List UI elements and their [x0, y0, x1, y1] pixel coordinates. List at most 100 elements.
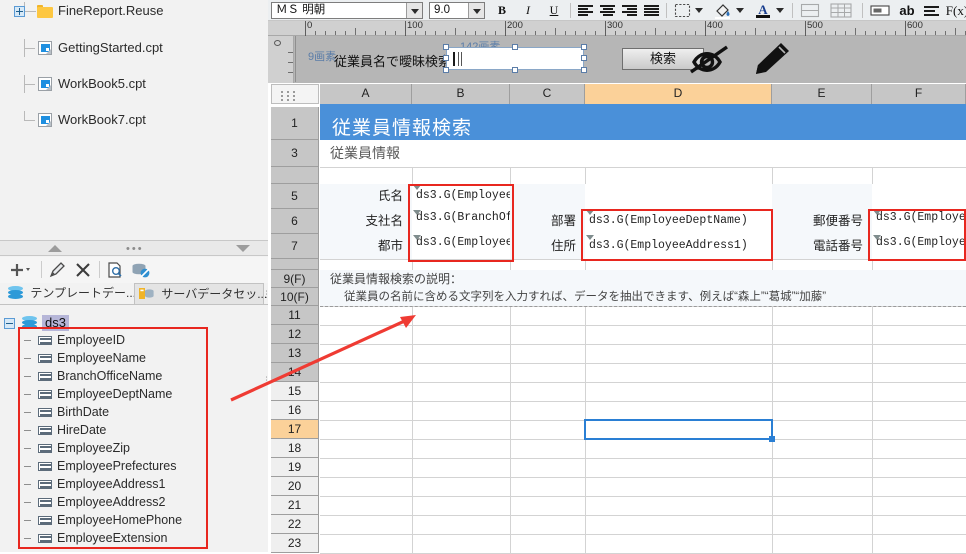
chevron-down-icon[interactable]: [695, 8, 703, 13]
panel-resize-grip[interactable]: ⋮: [262, 376, 271, 385]
row-header-13[interactable]: 13: [271, 344, 319, 363]
add-dataset-button[interactable]: [8, 260, 34, 280]
cell-b7-prefectures[interactable]: ds3.G(EmployeePrefe: [412, 234, 510, 259]
resize-handle[interactable]: [581, 44, 587, 50]
report-subtitle[interactable]: 従業員情報: [320, 140, 966, 167]
resize-handle[interactable]: [443, 55, 449, 61]
select-all-corner[interactable]: [271, 84, 319, 104]
cell-b5-employee-name[interactable]: ds3.G(EmployeeName): [412, 184, 510, 209]
resize-handle[interactable]: [512, 67, 518, 73]
cell-f5[interactable]: [872, 184, 966, 209]
resize-handle[interactable]: [443, 44, 449, 50]
selected-cell-d17[interactable]: [584, 419, 775, 442]
chevron-down-icon[interactable]: [736, 8, 744, 13]
delete-dataset-button[interactable]: [73, 260, 93, 280]
chevron-down-icon[interactable]: [406, 3, 422, 18]
resize-handle[interactable]: [443, 67, 449, 73]
fill-color-icon[interactable]: [713, 2, 733, 22]
row-header-10f[interactable]: 10(F): [271, 288, 319, 306]
collapse-minus-icon[interactable]: [4, 318, 15, 329]
cell-c7-address-label[interactable]: 住所: [510, 234, 585, 259]
row-header-3[interactable]: 3: [271, 140, 319, 167]
grid-icon[interactable]: [830, 3, 852, 23]
cell-e7-phone-label[interactable]: 電話番号: [772, 234, 872, 259]
row-header-11[interactable]: 11: [271, 306, 319, 325]
resize-handle[interactable]: [581, 55, 587, 61]
cell-a7-city-label[interactable]: 都市: [320, 234, 412, 259]
list-icon[interactable]: [924, 5, 939, 16]
resize-handle[interactable]: [512, 44, 518, 50]
collapse-up-icon[interactable]: [48, 245, 62, 252]
row-header-14[interactable]: 14: [271, 363, 319, 382]
row-header-16[interactable]: 16: [271, 401, 319, 420]
cell-d7-address1[interactable]: ds3.G(EmployeeAddress1): [585, 234, 772, 259]
row-header-gap[interactable]: [271, 259, 319, 270]
cell-d5[interactable]: [585, 184, 772, 209]
file-tree-item-workbook5[interactable]: WorkBook5.cpt: [0, 75, 268, 93]
column-header-c[interactable]: C: [510, 84, 585, 104]
cell-a5-name-label[interactable]: 氏名: [320, 184, 412, 209]
cell-description-body[interactable]: 従業員の名前に含める文字列を入力すれば、データを抽出できます、例えば“森上”“葛…: [320, 288, 966, 306]
cell-f6-zip[interactable]: ds3.G(EmployeeZip): [872, 209, 966, 234]
expand-plus-icon[interactable]: [14, 6, 25, 17]
column-header-e[interactable]: E: [772, 84, 872, 104]
row-header-5[interactable]: 5: [271, 184, 319, 209]
row-header-12[interactable]: 12: [271, 325, 319, 344]
row-header-6[interactable]: 6: [271, 209, 319, 234]
tab-server-dataset[interactable]: サーバデータセッ...: [134, 283, 267, 304]
cell-d6-dept-name[interactable]: ds3.G(EmployeeDeptName): [585, 209, 772, 234]
row-header-9f[interactable]: 9(F): [271, 270, 319, 288]
form-canvas[interactable]: 9画素 従業員名で曖昧検索： 142画素 検索: [295, 36, 966, 82]
row-header-19[interactable]: 19: [271, 458, 319, 477]
cell-b6-branch-office[interactable]: ds3.G(BranchOfficeNa: [412, 209, 510, 234]
cell-c5[interactable]: [510, 184, 585, 209]
splitter-grip[interactable]: •••: [126, 244, 144, 255]
resize-handle[interactable]: [581, 67, 587, 73]
border-icon[interactable]: [674, 3, 692, 23]
align-center-icon[interactable]: [600, 5, 615, 16]
tab-template-dataset[interactable]: テンプレートデー...: [4, 283, 136, 304]
row-header-15[interactable]: 15: [271, 382, 319, 401]
row-header-22[interactable]: 22: [271, 515, 319, 534]
file-tree-item-workbook7[interactable]: WorkBook7.cpt: [0, 111, 268, 129]
row-header-17[interactable]: 17: [271, 420, 319, 439]
ab-button[interactable]: ab: [896, 2, 918, 19]
font-color-icon[interactable]: A: [754, 2, 772, 22]
cell-e6-zip-label[interactable]: 郵便番号: [772, 209, 872, 234]
column-header-f[interactable]: F: [872, 84, 966, 104]
preview-document-icon[interactable]: [105, 260, 125, 280]
collapse-down-icon[interactable]: [236, 245, 250, 252]
row-header-23[interactable]: 23: [271, 534, 319, 553]
underline-button[interactable]: U: [544, 2, 564, 19]
align-right-icon[interactable]: [622, 5, 637, 16]
italic-button[interactable]: I: [518, 2, 538, 19]
align-justify-icon[interactable]: [644, 5, 659, 16]
column-header-a[interactable]: A: [320, 84, 412, 104]
formula-button[interactable]: F(x): [944, 2, 966, 19]
edit-dataset-button[interactable]: [48, 260, 68, 280]
file-tree-item-folder[interactable]: FineReport.Reuse: [0, 2, 268, 20]
panel-resize-grip[interactable]: ⋮: [262, 290, 271, 299]
row-header-gap[interactable]: [271, 167, 319, 184]
cell-description-title[interactable]: 従業員情報検索の説明：: [320, 270, 966, 288]
column-header-d[interactable]: D: [585, 84, 772, 104]
database-refresh-icon[interactable]: [130, 260, 152, 280]
row-header-1[interactable]: 1: [271, 107, 319, 140]
chevron-down-icon[interactable]: [776, 8, 784, 13]
column-header-b[interactable]: B: [412, 84, 510, 104]
cell-c6-dept-label[interactable]: 部署: [510, 209, 585, 234]
cell-a6-branch-label[interactable]: 支社名: [320, 209, 412, 234]
file-tree-item-gettingstarted[interactable]: GettingStarted.cpt: [0, 39, 268, 57]
row-header-21[interactable]: 21: [271, 496, 319, 515]
cell-f7-phone[interactable]: ds3.G(EmployeeHom: [872, 234, 966, 259]
font-size-combo[interactable]: 9.0: [429, 2, 485, 19]
panel-splitter[interactable]: •••: [0, 240, 268, 256]
row-header-18[interactable]: 18: [271, 439, 319, 458]
bold-button[interactable]: B: [492, 2, 512, 19]
row-header-20[interactable]: 20: [271, 477, 319, 496]
chevron-down-icon[interactable]: [468, 3, 484, 18]
font-family-combo[interactable]: ＭＳ 明朝: [271, 2, 423, 19]
report-title-band[interactable]: 従業員情報検索: [320, 107, 966, 140]
row-header-7[interactable]: 7: [271, 234, 319, 259]
align-left-icon[interactable]: [578, 5, 593, 16]
